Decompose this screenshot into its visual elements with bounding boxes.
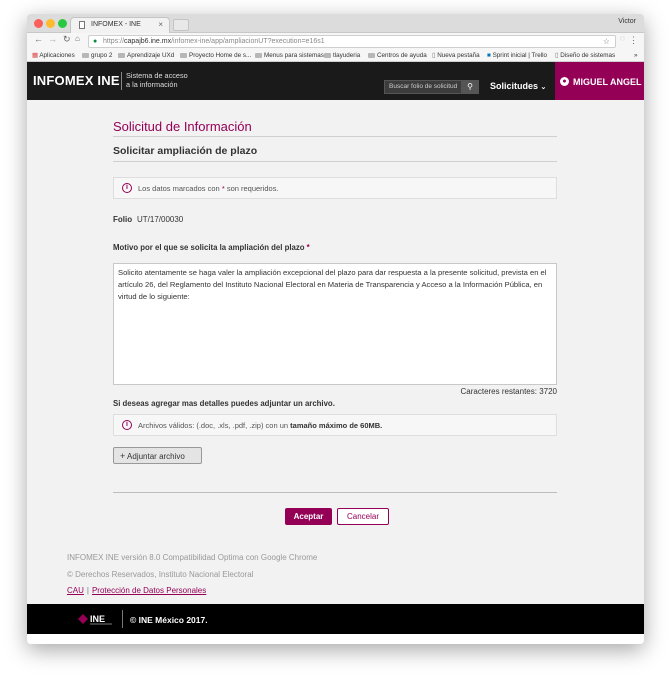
main-content: Solicitud de Información Solicitar ampli… [27, 100, 644, 604]
notice-text: Archivos válidos: (.doc, .xls, .pdf, .zi… [138, 421, 289, 430]
bookmarks-bar: ▦ Aplicaciones grupo 2 Aprendizaje UXd P… [27, 50, 644, 62]
chars-remaining: Caracteres restantes: 3720 [460, 387, 558, 396]
app-subtitle: Sistema de acceso a la información [126, 71, 188, 89]
attach-button-label: Adjuntar archivo [127, 452, 185, 461]
footer-links: CAU | Protección de Datos Personales [67, 586, 206, 595]
subtitle-line: a la información [126, 79, 178, 89]
section-title: Solicitar ampliación de plazo [113, 145, 258, 157]
ine-logo: INE [78, 614, 112, 625]
accept-button[interactable]: Aceptar [285, 508, 332, 525]
user-menu[interactable]: ● MIGUEL ANGEL [555, 62, 644, 100]
folder-icon [118, 52, 125, 58]
bookmark-item[interactable]: Aprendizaje UXd [118, 52, 174, 59]
info-icon: i [122, 183, 132, 193]
minimize-window-button[interactable] [46, 19, 55, 28]
chevron-down-icon: ⌄ [540, 84, 547, 91]
user-icon: ● [560, 77, 569, 86]
bookmark-item[interactable]: ■ Sprint inicial | Trello [487, 52, 547, 59]
required-star: * [306, 243, 310, 252]
notice-text: son requeridos. [226, 184, 279, 193]
search-icon[interactable]: ⚲ [461, 80, 479, 94]
page-icon [79, 21, 85, 29]
required-star: * [221, 184, 225, 193]
browser-tab[interactable]: INFOMEX - INE × [70, 17, 170, 33]
folio-value: UT/17/00030 [137, 215, 184, 224]
extension-icon[interactable]: ◌ [620, 34, 625, 43]
url-field[interactable]: ● https://capajb6.ine.mx/infomex-ine/app… [88, 35, 616, 48]
back-arrow-icon[interactable]: ← [34, 34, 43, 44]
bookmark-item[interactable]: grupo 2 [82, 52, 112, 59]
logo-divider [121, 72, 122, 90]
divider [113, 161, 557, 162]
footer-divider [122, 610, 123, 628]
forward-arrow-icon[interactable]: → [48, 34, 57, 44]
link-separator: | [86, 586, 89, 595]
privacy-link[interactable]: Protección de Datos Personales [92, 586, 206, 595]
page-title: Solicitud de Información [113, 119, 252, 134]
solicitudes-menu[interactable]: Solicitudes ⌄ [490, 81, 546, 91]
divider [113, 136, 557, 137]
info-icon: i [122, 420, 132, 430]
footer-bar: INE © INE México 2017. [27, 604, 644, 634]
footer-version: INFOMEX INE versión 8.0 Compatibilidad O… [67, 553, 318, 562]
bookmark-item[interactable]: ▯ Nueva pestaña [432, 52, 480, 59]
bookmark-apps[interactable]: ▦ Aplicaciones [32, 52, 75, 59]
bookmark-item[interactable]: Proyecto Home de s... [180, 52, 251, 59]
folder-icon [180, 52, 187, 58]
motivo-label-text: Motivo por el que se solicita la ampliac… [113, 243, 305, 252]
address-bar: ← → ↻ ⌂ ● https://capajb6.ine.mx/infomex… [27, 33, 644, 50]
cancel-button[interactable]: Cancelar [337, 508, 389, 525]
cau-link[interactable]: CAU [67, 586, 84, 595]
browser-window: INFOMEX - INE × Victor ← → ↻ ⌂ ● https:/… [27, 14, 644, 644]
window-bottom [27, 634, 644, 644]
motivo-textarea[interactable]: Solicito atentamente se haga valer la am… [113, 263, 557, 385]
motivo-label: Motivo por el que se solicita la ampliac… [113, 243, 310, 252]
footer-rights: © Derechos Reservados, Instituto Naciona… [67, 570, 254, 579]
bookmark-item[interactable]: tlayuderia [324, 52, 360, 59]
folder-icon [324, 52, 331, 58]
menu-dots-icon[interactable]: ⋮ [629, 35, 638, 46]
new-tab-button[interactable] [173, 19, 189, 31]
solicitudes-label: Solicitudes [490, 81, 539, 91]
trello-icon: ■ [487, 52, 491, 59]
attach-prompt: Si deseas agregar mas detalles puedes ad… [113, 399, 335, 408]
url-host: capajb6.ine.mx [124, 38, 172, 45]
attach-notice: i Archivos válidos: (.doc, .xls, .pdf, .… [113, 414, 557, 436]
url-path: /infomex-ine/app/ampliacionUT?execution=… [171, 38, 325, 45]
maximize-window-button[interactable] [58, 19, 67, 28]
home-icon[interactable]: ⌂ [75, 34, 80, 43]
bookmark-star-icon[interactable]: ☆ [603, 37, 610, 46]
app-header: INFOMEX INE Sistema de acceso a la infor… [27, 62, 644, 100]
page-icon: ▯ [555, 52, 559, 59]
url-prefix: https:// [103, 38, 125, 45]
notice-text: Los datos marcados con [138, 184, 220, 193]
attach-file-button[interactable]: + Adjuntar archivo [113, 447, 202, 464]
tab-title: INFOMEX - INE [91, 21, 141, 28]
folio-label: Folio [113, 215, 133, 224]
title-bar: INFOMEX - INE × Victor [27, 14, 644, 33]
app-logo[interactable]: INFOMEX INE [33, 73, 120, 88]
folder-icon [368, 52, 375, 58]
divider [113, 492, 557, 493]
close-tab-icon[interactable]: × [158, 20, 163, 29]
notice-bold: tamaño máximo de 60MB. [290, 421, 383, 430]
bookmark-item[interactable]: ▯ Diseño de sistemas [555, 52, 615, 59]
folder-icon [82, 52, 89, 58]
browser-user[interactable]: Victor [618, 18, 636, 25]
folder-icon [255, 52, 262, 58]
reload-icon[interactable]: ↻ [63, 34, 71, 45]
close-window-button[interactable] [34, 19, 43, 28]
footer-copyright: © INE México 2017. [130, 615, 208, 625]
bookmark-item[interactable]: Menus para sistemas [255, 52, 324, 59]
svg-text:INE: INE [90, 614, 105, 624]
bookmark-item[interactable]: Centros de ayuda [368, 52, 427, 59]
lock-icon: ● [93, 38, 98, 45]
required-notice: i Los datos marcados con * son requerido… [113, 177, 557, 199]
user-name: MIGUEL ANGEL [573, 77, 642, 87]
bookmarks-more[interactable]: » [634, 52, 638, 59]
page-icon: ▯ [432, 52, 436, 59]
plus-icon: + [120, 451, 126, 461]
